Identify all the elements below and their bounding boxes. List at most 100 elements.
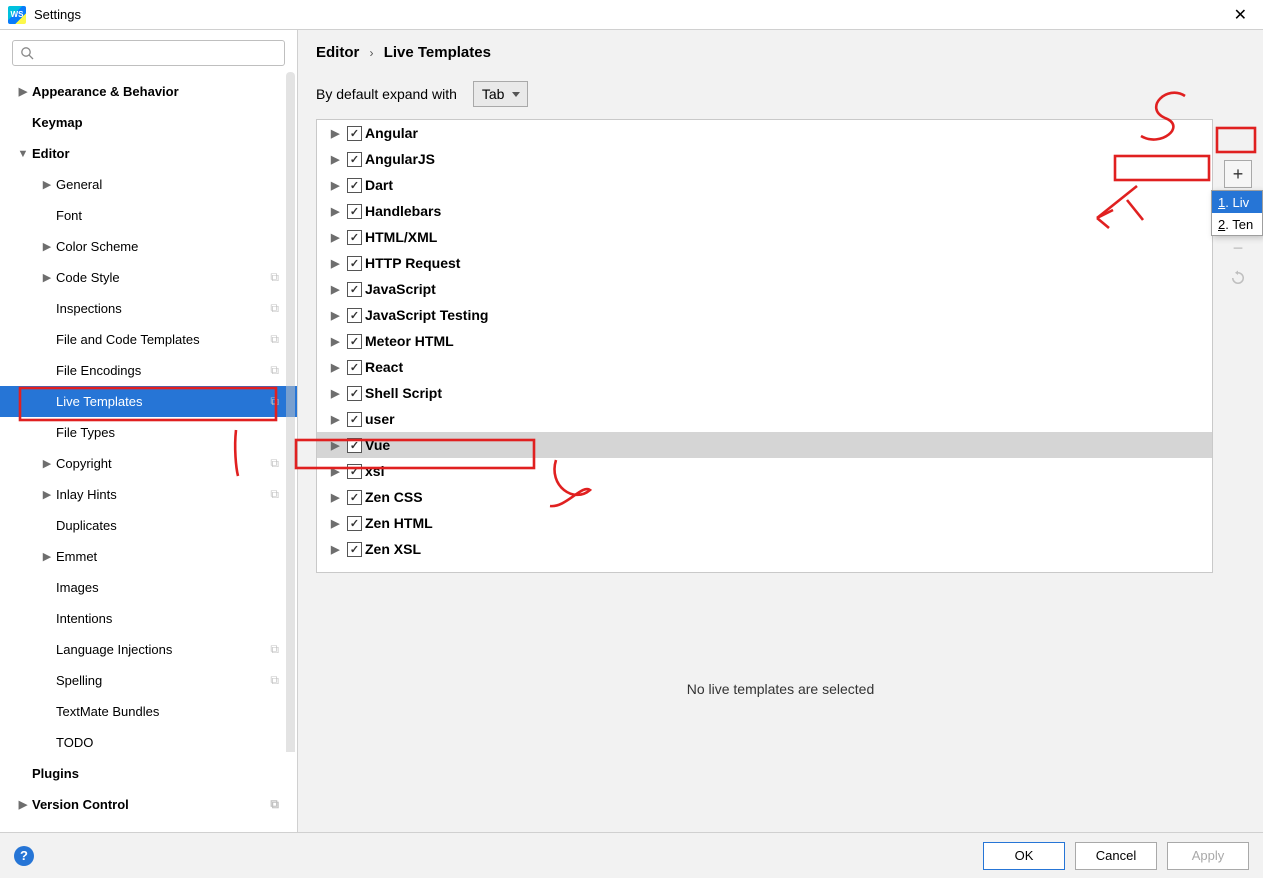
sidebar-item-code-style[interactable]: ▶Code Style⧉ <box>0 262 297 293</box>
cancel-button[interactable]: Cancel <box>1075 842 1157 870</box>
chevron-right-icon: ▶ <box>40 240 54 253</box>
sidebar-item-live-templates[interactable]: Live Templates⧉ <box>0 386 297 417</box>
template-group-meteor-html[interactable]: ▶✓Meteor HTML <box>317 328 1212 354</box>
chevron-right-icon: ▶ <box>331 205 347 218</box>
checkbox-icon[interactable]: ✓ <box>347 282 362 297</box>
template-group-label: xsl <box>365 463 384 479</box>
sidebar-item-todo[interactable]: TODO <box>0 727 297 758</box>
template-group-label: Shell Script <box>365 385 442 401</box>
chevron-right-icon: ▶ <box>16 85 30 98</box>
sidebar-item-duplicates[interactable]: Duplicates <box>0 510 297 541</box>
checkbox-icon[interactable]: ✓ <box>347 204 362 219</box>
chevron-right-icon: ▶ <box>40 178 54 191</box>
template-group-zen-css[interactable]: ▶✓Zen CSS <box>317 484 1212 510</box>
template-group-angularjs[interactable]: ▶✓AngularJS <box>317 146 1212 172</box>
chevron-right-icon: ▶ <box>331 309 347 322</box>
checkbox-icon[interactable]: ✓ <box>347 464 362 479</box>
sidebar-item-color-scheme[interactable]: ▶Color Scheme <box>0 231 297 262</box>
checkbox-icon[interactable]: ✓ <box>347 126 362 141</box>
sidebar-item-file-and-code-templates[interactable]: File and Code Templates⧉ <box>0 324 297 355</box>
template-group-label: HTTP Request <box>365 255 460 271</box>
sidebar-item-label: Copyright <box>56 456 112 471</box>
checkbox-icon[interactable]: ✓ <box>347 412 362 427</box>
sidebar-item-label: Version Control <box>32 797 129 812</box>
template-group-xsl[interactable]: ▶✓xsl <box>317 458 1212 484</box>
undo-button[interactable] <box>1224 264 1252 292</box>
template-group-zen-xsl[interactable]: ▶✓Zen XSL <box>317 536 1212 562</box>
sidebar-item-inlay-hints[interactable]: ▶Inlay Hints⧉ <box>0 479 297 510</box>
checkbox-icon[interactable]: ✓ <box>347 308 362 323</box>
template-group-label: Zen CSS <box>365 489 423 505</box>
remove-button[interactable]: − <box>1224 234 1252 262</box>
breadcrumb-page: Live Templates <box>384 44 491 61</box>
checkbox-icon[interactable]: ✓ <box>347 230 362 245</box>
sidebar-item-label: Inspections <box>56 301 122 316</box>
sidebar-item-intentions[interactable]: Intentions <box>0 603 297 634</box>
sidebar-item-keymap[interactable]: Keymap <box>0 107 297 138</box>
template-group-label: Zen HTML <box>365 515 433 531</box>
chevron-right-icon: ▶ <box>331 491 347 504</box>
sidebar-item-plugins[interactable]: Plugins <box>0 758 297 789</box>
template-group-zen-html[interactable]: ▶✓Zen HTML <box>317 510 1212 536</box>
template-group-http-request[interactable]: ▶✓HTTP Request <box>317 250 1212 276</box>
template-group-angular[interactable]: ▶✓Angular <box>317 120 1212 146</box>
checkbox-icon[interactable]: ✓ <box>347 542 362 557</box>
sidebar-item-textmate-bundles[interactable]: TextMate Bundles <box>0 696 297 727</box>
template-group-javascript[interactable]: ▶✓JavaScript <box>317 276 1212 302</box>
checkbox-icon[interactable]: ✓ <box>347 152 362 167</box>
sidebar-item-label: Keymap <box>32 115 83 130</box>
search-input[interactable] <box>12 40 285 66</box>
chevron-right-icon: ▶ <box>331 439 347 452</box>
sidebar-item-label: TextMate Bundles <box>56 704 159 719</box>
main-pane: Editor › Live Templates By default expan… <box>298 30 1263 832</box>
sidebar-item-font[interactable]: Font <box>0 200 297 231</box>
template-group-javascript-testing[interactable]: ▶✓JavaScript Testing <box>317 302 1212 328</box>
sidebar-item-label: Images <box>56 580 99 595</box>
checkbox-icon[interactable]: ✓ <box>347 178 362 193</box>
sidebar-item-spelling[interactable]: Spelling⧉ <box>0 665 297 696</box>
template-group-handlebars[interactable]: ▶✓Handlebars <box>317 198 1212 224</box>
apply-button[interactable]: Apply <box>1167 842 1249 870</box>
chevron-right-icon: ▶ <box>331 257 347 270</box>
chevron-right-icon: ▶ <box>40 488 54 501</box>
checkbox-icon[interactable]: ✓ <box>347 386 362 401</box>
sidebar-item-file-encodings[interactable]: File Encodings ⧉ <box>0 355 297 386</box>
checkbox-icon[interactable]: ✓ <box>347 334 362 349</box>
expand-select[interactable]: Tab <box>473 81 528 107</box>
sidebar-item-images[interactable]: Images <box>0 572 297 603</box>
sidebar-item-appearance-behavior[interactable]: ▶Appearance & Behavior <box>0 76 297 107</box>
breadcrumb-sep-icon: › <box>370 46 374 60</box>
sidebar-item-version-control[interactable]: ▶Version Control⧉ <box>0 789 297 820</box>
checkbox-icon[interactable]: ✓ <box>347 360 362 375</box>
sidebar-item-emmet[interactable]: ▶Emmet <box>0 541 297 572</box>
template-group-user[interactable]: ▶✓user <box>317 406 1212 432</box>
template-group-dart[interactable]: ▶✓Dart <box>317 172 1212 198</box>
sidebar-item-copyright[interactable]: ▶Copyright⧉ <box>0 448 297 479</box>
chevron-right-icon: ▶ <box>40 271 54 284</box>
chevron-right-icon: ▶ <box>331 413 347 426</box>
template-group-shell-script[interactable]: ▶✓Shell Script <box>317 380 1212 406</box>
help-icon[interactable]: ? <box>14 846 34 866</box>
add-button[interactable]: + <box>1224 160 1252 188</box>
sidebar-item-inspections[interactable]: Inspections⧉ <box>0 293 297 324</box>
checkbox-icon[interactable]: ✓ <box>347 516 362 531</box>
ok-button[interactable]: OK <box>983 842 1065 870</box>
sidebar-item-editor[interactable]: ▼Editor <box>0 138 297 169</box>
breadcrumb-root[interactable]: Editor <box>316 44 359 61</box>
project-scope-icon: ⧉ <box>270 363 279 378</box>
template-group-html-xml[interactable]: ▶✓HTML/XML <box>317 224 1212 250</box>
sidebar-item-label: File Encodings <box>56 363 141 378</box>
template-group-vue[interactable]: ▶✓Vue <box>317 432 1212 458</box>
sidebar-scrollbar[interactable] <box>286 72 295 828</box>
checkbox-icon[interactable]: ✓ <box>347 256 362 271</box>
template-group-react[interactable]: ▶✓React <box>317 354 1212 380</box>
popup-item-live-template[interactable]: 1. Liv <box>1212 191 1262 213</box>
close-icon[interactable]: ✕ <box>1226 1 1255 29</box>
sidebar-item-general[interactable]: ▶General <box>0 169 297 200</box>
popup-item-template-group[interactable]: 2. Ten <box>1212 213 1262 235</box>
checkbox-icon[interactable]: ✓ <box>347 490 362 505</box>
sidebar-item-language-injections[interactable]: Language Injections⧉ <box>0 634 297 665</box>
checkbox-icon[interactable]: ✓ <box>347 438 362 453</box>
sidebar-item-label: Color Scheme <box>56 239 138 254</box>
sidebar-item-file-types[interactable]: File Types <box>0 417 297 448</box>
